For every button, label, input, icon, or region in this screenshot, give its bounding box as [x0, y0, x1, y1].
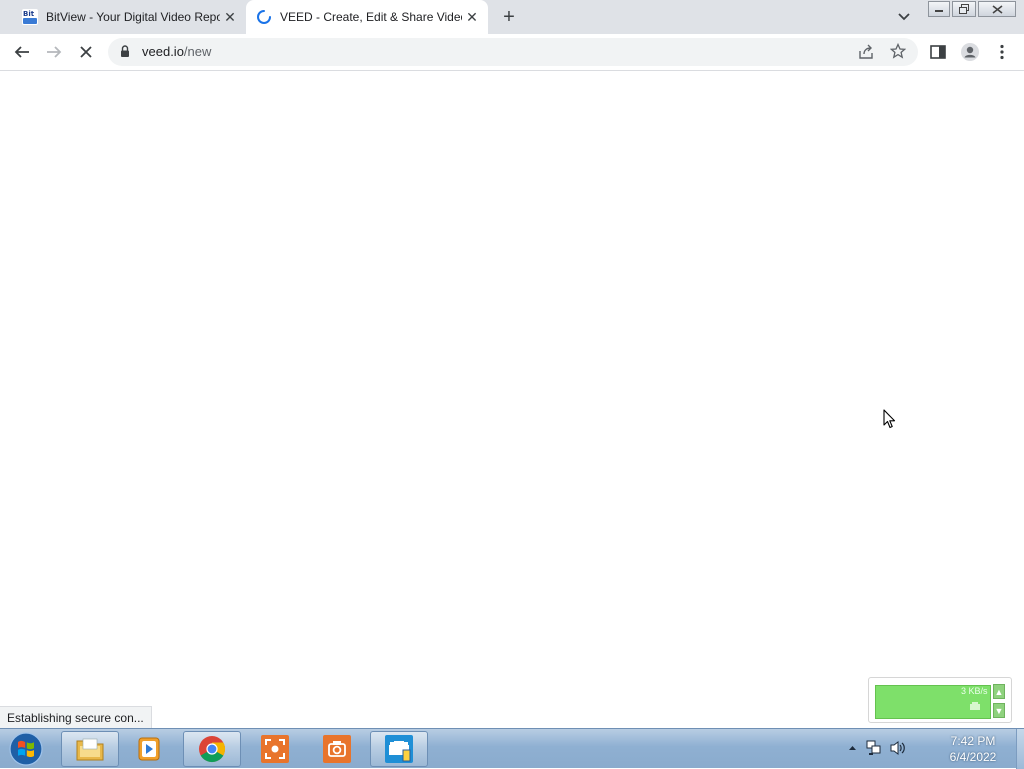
minimize-icon: [935, 10, 943, 12]
stop-icon: [80, 46, 92, 58]
upload-arrow-icon[interactable]: ▲: [993, 684, 1005, 699]
tab-bitview[interactable]: Bit BitView - Your Digital Video Reposit…: [12, 0, 246, 34]
folder-icon: [76, 738, 104, 761]
url-host: veed.io: [142, 44, 184, 59]
page-content[interactable]: [0, 72, 1024, 728]
tab-veed[interactable]: VEED - Create, Edit & Share Videos Onlin…: [246, 0, 488, 34]
camera-icon: [323, 735, 351, 763]
loading-spinner-icon: [256, 9, 272, 25]
close-tab-icon[interactable]: ✕: [462, 7, 482, 27]
taskbar-camera-tool[interactable]: [308, 731, 366, 767]
url-path: /new: [183, 44, 212, 59]
address-bar[interactable]: veed.io/new: [108, 38, 918, 66]
screen-recorder-icon: [385, 735, 413, 763]
svg-text:Bit: Bit: [23, 10, 35, 18]
forward-arrow-icon: [47, 46, 62, 58]
taskbar-screenshot-tool[interactable]: [246, 731, 304, 767]
chevron-up-icon: [848, 746, 856, 750]
tab-strip: Bit BitView - Your Digital Video Reposit…: [0, 0, 1024, 34]
network-icon: [866, 740, 881, 755]
browser-menu-button[interactable]: [990, 40, 1014, 64]
download-arrow-icon[interactable]: ▼: [993, 703, 1005, 718]
share-icon[interactable]: [858, 44, 874, 65]
media-player-icon: [138, 737, 160, 761]
bitview-icon: Bit: [22, 9, 38, 25]
tab-search-button[interactable]: [894, 7, 914, 27]
restore-button[interactable]: [952, 1, 976, 17]
lock-icon[interactable]: [120, 45, 130, 63]
back-button[interactable]: [10, 40, 34, 64]
taskbar-chrome[interactable]: [183, 731, 241, 767]
taskbar-media-player[interactable]: [120, 731, 178, 767]
minimize-button[interactable]: [928, 1, 950, 17]
network-tray-button[interactable]: [865, 739, 883, 757]
forward-button[interactable]: [42, 40, 66, 64]
close-icon: [992, 4, 1002, 14]
close-window-button[interactable]: [978, 1, 1016, 17]
new-tab-button[interactable]: +: [498, 6, 520, 28]
chrome-icon: [199, 736, 226, 763]
chevron-down-icon: [898, 13, 910, 21]
screenshot-icon: [261, 735, 289, 763]
network-speed-widget[interactable]: 3 KB/s ▲ ▼: [868, 677, 1012, 723]
taskbar: 7:42 PM 6/4/2022: [0, 728, 1024, 769]
speaker-icon: [890, 741, 905, 755]
speed-meter-icon: [969, 698, 981, 716]
bookmark-star-icon[interactable]: [889, 42, 907, 64]
clock-date: 6/4/2022: [949, 750, 997, 764]
stop-loading-button[interactable]: [74, 40, 98, 64]
clock-time: 7:42 PM: [950, 734, 996, 748]
windows-start-icon: [9, 732, 43, 766]
restore-icon: [959, 4, 969, 14]
side-panel-icon: [930, 45, 946, 59]
profile-button[interactable]: [958, 40, 982, 64]
tab-title: BitView - Your Digital Video Repository: [46, 10, 220, 24]
show-desktop-button[interactable]: [1016, 729, 1024, 769]
mouse-cursor-icon: [883, 409, 897, 434]
start-button[interactable]: [6, 731, 46, 767]
taskbar-file-explorer[interactable]: [61, 731, 119, 767]
tab-title: VEED - Create, Edit & Share Videos Onlin…: [280, 10, 462, 24]
back-arrow-icon: [14, 46, 29, 58]
taskbar-clock[interactable]: 7:42 PM 6/4/2022: [930, 733, 1016, 765]
avatar-icon: [961, 43, 979, 61]
show-hidden-icons-button[interactable]: [843, 739, 861, 757]
status-bubble: Establishing secure con...: [0, 706, 152, 728]
close-tab-icon[interactable]: ✕: [220, 7, 240, 27]
taskbar-screen-recorder[interactable]: [370, 731, 428, 767]
url-text: veed.io/new: [142, 44, 211, 59]
side-panel-button[interactable]: [926, 40, 950, 64]
volume-tray-button[interactable]: [889, 739, 907, 757]
kebab-menu-icon: [1000, 44, 1004, 60]
network-speed-text: 3 KB/s: [961, 686, 988, 696]
